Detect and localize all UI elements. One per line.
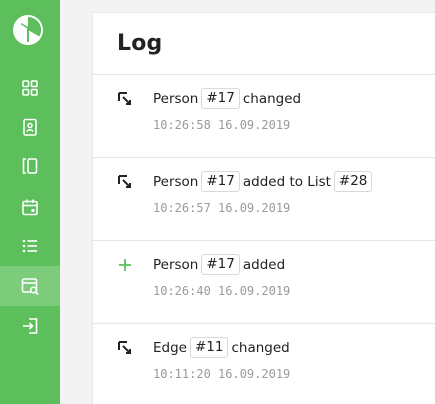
entry-timestamp: 10:11:20 16.09.2019 xyxy=(153,367,291,381)
page-title: Log xyxy=(117,31,163,56)
sidebar-item-dashboard[interactable] xyxy=(0,70,60,106)
log-header: Log xyxy=(93,13,435,75)
entry-timestamp: 10:26:58 16.09.2019 xyxy=(153,118,291,132)
log-entry-text: Edge #11 changed xyxy=(153,337,290,358)
entry-timestamp: 10:26:57 16.09.2019 xyxy=(153,201,291,215)
entity-type: Person xyxy=(153,173,199,190)
log-entry-text: Person #17 added to List #28 xyxy=(153,171,375,192)
edit-arrow-icon xyxy=(118,92,131,105)
sidebar-item-logout[interactable] xyxy=(0,308,60,344)
log-entry: Person #17 changed 10:26:58 16.09.2019 xyxy=(93,75,435,158)
log-icon xyxy=(21,278,39,296)
log-panel: Log Person #17 changed 10:26:58 16.09.20… xyxy=(92,12,435,404)
log-entry-text: Person #17 added xyxy=(153,254,285,275)
calendar-icon xyxy=(22,199,38,216)
edges-brackets-icon xyxy=(22,158,38,174)
app-logo-icon[interactable] xyxy=(12,14,44,46)
sidebar-item-edges[interactable] xyxy=(0,148,60,184)
edit-arrow-icon xyxy=(118,175,131,188)
sidebar-item-calendar[interactable] xyxy=(0,189,60,225)
target-id-link[interactable]: #28 xyxy=(333,171,373,192)
log-entry: Edge #11 changed 10:11:20 16.09.2019 xyxy=(93,324,435,404)
entry-action: changed xyxy=(242,90,302,107)
log-entry-text: Person #17 changed xyxy=(153,88,301,109)
sidebar-item-log[interactable] xyxy=(0,266,60,306)
sidebar-item-lists[interactable] xyxy=(0,228,60,264)
entity-type: Edge xyxy=(153,339,187,356)
list-icon xyxy=(22,239,37,253)
edit-arrow-icon xyxy=(118,341,131,354)
person-card-icon xyxy=(23,118,37,136)
entity-type: Person xyxy=(153,256,199,273)
logout-icon xyxy=(23,318,38,334)
log-entry: Person #17 added 10:26:40 16.09.2019 xyxy=(93,241,435,324)
entry-action: changed xyxy=(231,339,290,356)
entry-action: added xyxy=(242,256,286,273)
entity-id-link[interactable]: #17 xyxy=(201,171,240,192)
sidebar-item-persons[interactable] xyxy=(0,109,60,145)
entity-id-link[interactable]: #17 xyxy=(201,88,240,109)
entity-id-link[interactable]: #17 xyxy=(201,254,240,275)
plus-icon xyxy=(119,259,131,271)
log-entry: Person #17 added to List #28 10:26:57 16… xyxy=(93,158,435,241)
dashboard-grid-icon xyxy=(22,80,38,96)
entity-type: Person xyxy=(153,90,199,107)
entry-timestamp: 10:26:40 16.09.2019 xyxy=(153,284,291,298)
sidebar xyxy=(0,0,60,404)
entry-action: added to List xyxy=(242,173,331,190)
entity-id-link[interactable]: #11 xyxy=(189,337,229,358)
